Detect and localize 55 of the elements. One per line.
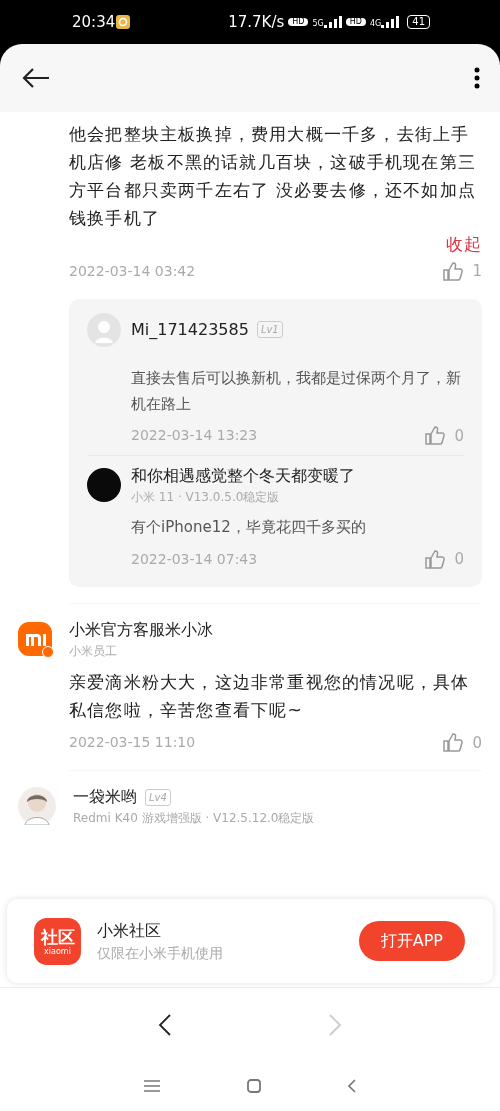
user-role: 小米员工	[69, 642, 118, 660]
signal-icon	[381, 16, 400, 28]
network-speed: 17.7K/s	[228, 11, 285, 33]
app-icon-text: 社区	[40, 926, 75, 947]
user-name[interactable]: 一袋米哟	[73, 785, 137, 809]
recent-apps-button[interactable]	[143, 1080, 160, 1092]
device-info: 小米 11 · V13.0.5.0稳定版	[131, 489, 281, 506]
user-name[interactable]: 小米官方客服米小冰	[69, 617, 213, 642]
menu-icon	[143, 1080, 160, 1092]
user-name[interactable]: Mi_171423585	[131, 317, 249, 342]
back-button[interactable]	[22, 68, 50, 88]
network-type: 4G	[369, 20, 382, 28]
reply-time: 2022-03-14 07:43	[131, 549, 258, 569]
level-tag: Lv4	[145, 788, 171, 806]
like-count: 0	[472, 732, 482, 754]
like-count: 0	[454, 549, 464, 570]
more-button[interactable]	[474, 67, 480, 89]
logo-icon	[18, 621, 52, 656]
clock-time: 20:34	[72, 11, 116, 33]
avatar-icon	[87, 312, 121, 347]
comment-text: 亲爱滴米粉大大，这边非常重视您的情况呢，具体私信您啦，辛苦您查看下呢~	[69, 670, 471, 722]
app-tagline: 仅限在小米手机使用	[97, 943, 223, 963]
signal-icon	[323, 16, 342, 28]
reply-time: 2022-03-14 13:23	[131, 426, 258, 446]
comment-time: 2022-03-15 11:10	[69, 733, 196, 753]
back-page-button[interactable]	[158, 1013, 172, 1036]
reply-text: 有个iPhone12，毕竟花四千多买的	[131, 517, 367, 538]
like-count: 1	[472, 261, 482, 282]
open-app-button[interactable]: 打开APP	[358, 921, 465, 961]
like-count: 0	[454, 425, 464, 447]
user-name[interactable]: 和你相遇感觉整个冬天都变暖了	[131, 464, 355, 488]
more-icon	[474, 67, 480, 89]
thumbs-up-icon[interactable]	[442, 732, 465, 754]
network-type: 5G	[312, 20, 324, 28]
reply-text: 直接去售后可以换新机，我都是过保两个月了，新机在路上	[131, 367, 462, 415]
avatar-icon	[18, 787, 56, 825]
collapse-link[interactable]: 收起	[445, 232, 482, 256]
thumbs-up-icon[interactable]	[424, 548, 447, 570]
battery-level: 41	[407, 15, 430, 29]
system-back-button[interactable]	[348, 1079, 357, 1093]
level-tag: Lv1	[256, 321, 283, 338]
app-icon[interactable]: 社区 xiaomi	[34, 917, 81, 965]
comment-time: 2022-03-14 03:42	[69, 261, 196, 281]
sun-icon	[115, 14, 132, 30]
back-arrow-icon	[22, 68, 50, 88]
app-icon-brand: xiaomi	[44, 946, 71, 956]
avatar-icon	[87, 468, 121, 502]
thumbs-up-icon[interactable]	[442, 260, 465, 282]
device-info: Redmi K40 游戏增强版 · V12.5.12.0稳定版	[73, 810, 315, 827]
home-square-icon	[247, 1079, 261, 1093]
chevron-left-icon	[348, 1079, 357, 1093]
home-button[interactable]	[247, 1079, 261, 1093]
comment-text: 他会把整块主板换掉，费用大概一千多，去街上手机店修 老板不黑的话就几百块，这破手机现在第三方平台都只卖两千左右了 没必要去修，还不如加点钱换手机了	[69, 123, 477, 230]
app-name: 小米社区	[97, 919, 162, 942]
thumbs-up-icon[interactable]	[424, 425, 447, 447]
